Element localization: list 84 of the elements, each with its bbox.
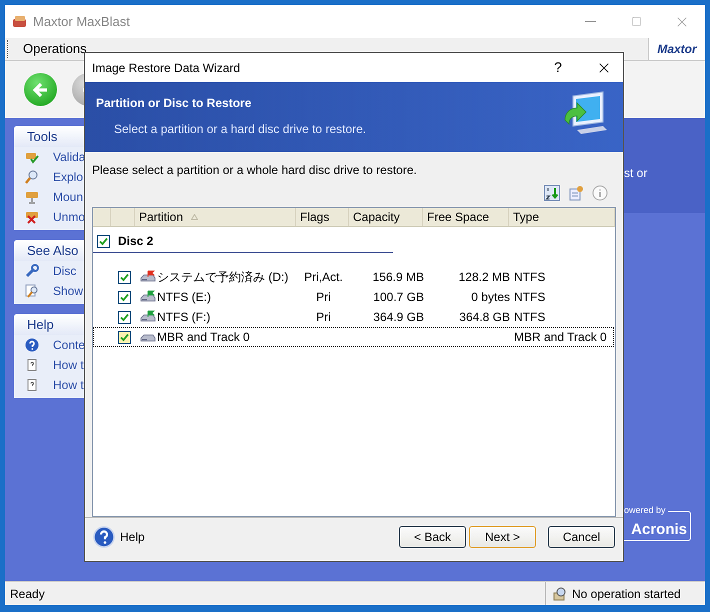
disc-label: Disc 2 xyxy=(118,233,154,250)
type-cell: NTFS xyxy=(514,290,546,304)
help-button[interactable]: ? xyxy=(543,57,573,78)
partition-row[interactable]: NTFS (E:) Pri 100.7 GB 0 bytes NTFS xyxy=(93,287,614,307)
partition-name: NTFS (E:) xyxy=(157,289,211,306)
disk-magnifier-icon xyxy=(552,586,568,602)
sidebar-link[interactable]: Unmo xyxy=(53,208,86,226)
wrench-icon xyxy=(25,264,39,278)
sort-arrow-icon xyxy=(191,214,198,220)
checkbox[interactable] xyxy=(118,330,130,344)
checkbox[interactable] xyxy=(118,270,130,284)
brand-name: Acronis xyxy=(631,522,687,537)
sidebar-link[interactable]: How t xyxy=(53,376,84,394)
partition-row[interactable]: NTFS (F:) Pri 364.9 GB 364.8 GB NTFS xyxy=(93,307,614,327)
sidebar-link[interactable]: Valida xyxy=(53,148,86,166)
help-link[interactable]: Help xyxy=(120,528,145,546)
wizard-button[interactable]: Next > xyxy=(469,526,536,548)
flags-cell: Pri xyxy=(316,290,331,304)
status-text: Ready xyxy=(10,586,45,602)
properties-icon[interactable] xyxy=(568,185,584,201)
checkbox[interactable] xyxy=(118,290,130,304)
banner-text: st or xyxy=(624,166,648,180)
capacity-cell: 364.9 GB xyxy=(373,310,424,324)
sort-icon[interactable] xyxy=(544,185,560,201)
menu-item[interactable]: Operations xyxy=(23,39,87,59)
help-icon xyxy=(25,338,39,352)
flags-cell: Pri xyxy=(316,310,331,324)
help-page-icon xyxy=(25,358,39,372)
sidebar-link[interactable]: Show xyxy=(53,282,84,300)
help-icon[interactable] xyxy=(93,526,115,548)
free-space-cell: 0 bytes xyxy=(471,290,510,304)
wizard-button[interactable]: Cancel xyxy=(548,526,615,548)
sidebar-link[interactable]: Disc xyxy=(53,262,76,280)
header-title: Partition or Disc to Restore xyxy=(96,95,252,112)
powered-by-label: owered by xyxy=(624,504,668,518)
partition-row[interactable]: システムで予約済み (D:) Pri,Act. 156.9 MB 128.2 MB NTFS xyxy=(93,267,614,287)
type-cell: NTFS xyxy=(514,270,546,284)
flags-cell: Pri,Act. xyxy=(304,270,343,284)
panel-title: Help xyxy=(27,316,54,334)
capacity-cell: 100.7 GB xyxy=(373,290,424,304)
column-header[interactable]: Partition xyxy=(135,208,296,226)
wizard-button[interactable]: < Back xyxy=(399,526,466,548)
drive-flag-icon xyxy=(140,290,156,304)
sidebar-link[interactable]: Moun xyxy=(53,188,84,206)
free-space-cell: 364.8 GB xyxy=(459,310,510,324)
sidebar-link[interactable]: Explo xyxy=(53,168,84,186)
disk-stand-icon xyxy=(25,190,39,204)
disk-check-icon xyxy=(25,150,39,164)
header-subtitle: Select a partition or a hard disc drive to restore. xyxy=(114,121,366,138)
column-header[interactable]: Type xyxy=(509,208,615,226)
type-cell: NTFS xyxy=(514,310,546,324)
grip-icon xyxy=(7,40,10,58)
magnifier-icon xyxy=(25,284,39,298)
partition-name: システムで予約済み (D:) xyxy=(157,269,288,286)
info-icon[interactable] xyxy=(592,185,608,201)
column-header[interactable]: Free Space xyxy=(423,208,509,226)
type-cell: MBR and Track 0 xyxy=(514,330,607,344)
dialog-title: Image Restore Data Wizard xyxy=(92,60,240,76)
column-header[interactable]: Flags xyxy=(296,208,349,226)
partition-name: MBR and Track 0 xyxy=(157,329,250,346)
logo: Maxtor xyxy=(648,38,705,60)
disk-cross-icon xyxy=(25,210,39,224)
panel-title: Tools xyxy=(27,128,58,146)
drive-flag-icon xyxy=(140,270,156,284)
magnifier-icon xyxy=(25,170,39,184)
help-page-icon xyxy=(25,378,39,392)
back-button[interactable] xyxy=(24,73,57,106)
minimize-icon xyxy=(584,21,596,22)
panel-title: See Also xyxy=(27,242,78,260)
free-space-cell: 128.2 MB xyxy=(458,270,510,284)
operation-status: No operation started xyxy=(572,586,681,602)
app-icon xyxy=(12,14,28,30)
capacity-cell: 156.9 MB xyxy=(372,270,424,284)
window-title: Maxtor MaxBlast xyxy=(33,12,130,31)
partition-row[interactable]: MBR and Track 0 MBR and Track 0 xyxy=(93,327,614,347)
sidebar-link[interactable]: How t xyxy=(53,356,84,374)
sidebar-link[interactable]: Conte xyxy=(53,336,86,354)
maximize-icon xyxy=(630,16,642,27)
partition-name: NTFS (F:) xyxy=(157,309,210,326)
instruction-text: Please select a partition or a whole hard disc drive to restore. xyxy=(92,162,418,179)
drive-flag-icon xyxy=(140,310,156,324)
column-header[interactable]: Capacity xyxy=(349,208,423,226)
checkbox[interactable] xyxy=(118,310,130,324)
checkbox[interactable] xyxy=(97,234,110,248)
